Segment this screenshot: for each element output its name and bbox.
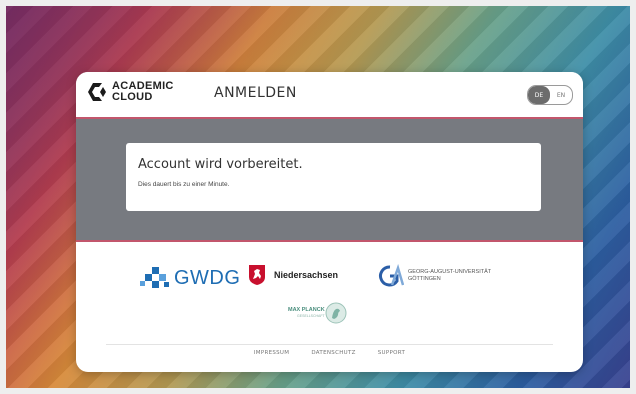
goettingen-text-line1: GEORG-AUGUST-UNIVERSITÄT: [408, 269, 492, 275]
academic-cloud-logo-text: ACADEMIC CLOUD: [112, 81, 174, 103]
partner-logos: GWDG Niedersachsen GEORG-AUGUST-UNIVERSI…: [76, 242, 583, 342]
status-message-box: Account wird vorbereitet. Dies dauert bi…: [126, 143, 541, 211]
gwdg-logo[interactable]: GWDG: [138, 266, 240, 290]
goettingen-icon: [379, 264, 404, 287]
goettingen-logo[interactable]: GEORG-AUGUST-UNIVERSITÄT GÖTTINGEN: [376, 264, 491, 288]
page-title: ANMELDEN: [214, 85, 297, 101]
footer-divider: [106, 344, 553, 345]
login-card: ACADEMIC CLOUD ANMELDEN DE EN Account wi…: [76, 72, 583, 372]
goettingen-text: GEORG-AUGUST-UNIVERSITÄT GÖTTINGEN: [408, 269, 491, 283]
footer-link-support[interactable]: SUPPORT: [378, 350, 405, 356]
language-option-de[interactable]: DE: [528, 86, 550, 104]
max-planck-text-line2: GESELLSCHAFT: [297, 314, 325, 318]
status-title: Account wird vorbereitet.: [138, 157, 303, 172]
academic-cloud-logo-icon: [88, 83, 106, 101]
academic-cloud-logo[interactable]: ACADEMIC CLOUD: [86, 80, 174, 104]
logo-text-line2: CLOUD: [112, 91, 153, 103]
status-subtitle: Dies dauert bis zu einer Minute.: [138, 181, 230, 188]
niedersachsen-text: Niedersachsen: [274, 270, 339, 280]
language-switch[interactable]: DE EN: [527, 85, 573, 105]
card-header: ACADEMIC CLOUD ANMELDEN DE EN: [76, 72, 583, 119]
gwdg-icon: [140, 267, 169, 288]
max-planck-logo[interactable]: MAX PLANCK GESELLSCHAFT: [288, 302, 347, 324]
minerva-icon: [325, 302, 347, 324]
goettingen-text-line2: GÖTTINGEN: [408, 276, 441, 282]
gwdg-text: GWDG: [174, 266, 241, 289]
footer: IMPRESSUM DATENSCHUTZ SUPPORT: [76, 350, 583, 356]
language-option-en[interactable]: EN: [550, 86, 572, 104]
niedersachsen-horse-icon: [249, 265, 265, 285]
max-planck-text: MAX PLANCK GESELLSCHAFT: [288, 307, 325, 319]
footer-link-datenschutz[interactable]: DATENSCHUTZ: [311, 350, 355, 356]
status-band: Account wird vorbereitet. Dies dauert bi…: [76, 119, 583, 242]
niedersachsen-logo[interactable]: Niedersachsen: [248, 264, 338, 286]
footer-link-impressum[interactable]: IMPRESSUM: [254, 350, 289, 356]
